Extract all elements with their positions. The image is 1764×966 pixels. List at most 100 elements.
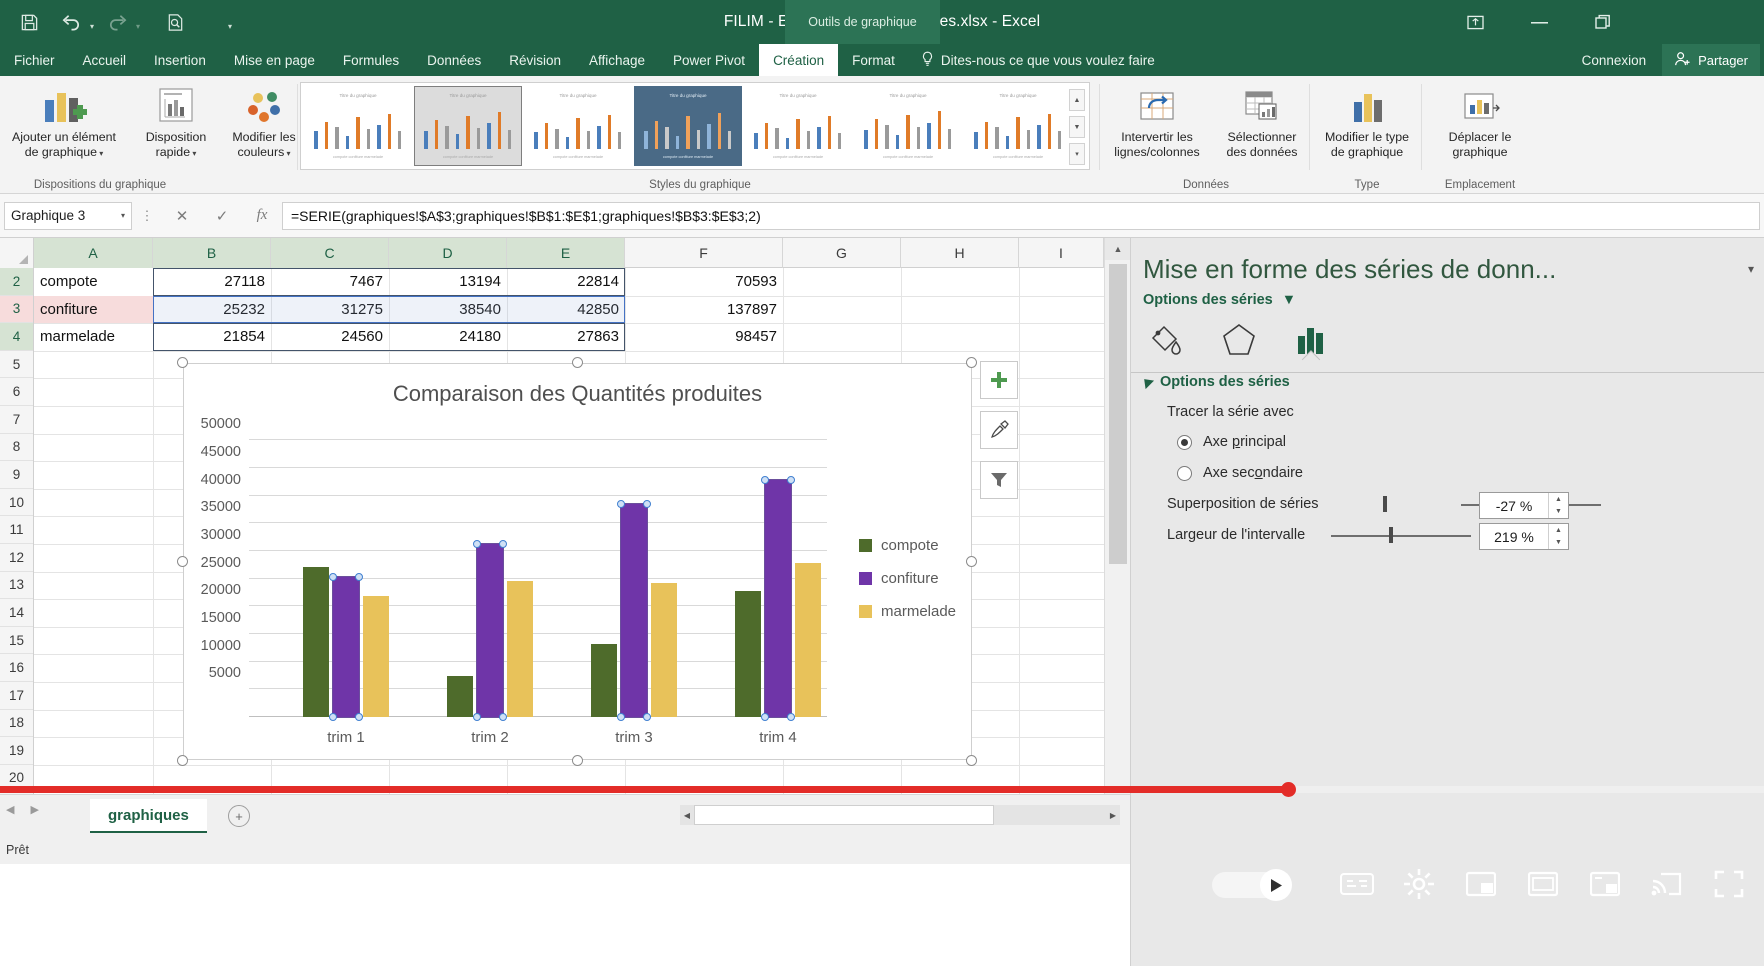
- column-header-I[interactable]: I: [1019, 238, 1104, 268]
- column-header-G[interactable]: G: [783, 238, 901, 268]
- legend-item-compote[interactable]: compote: [859, 537, 956, 554]
- switch-row-column-button[interactable]: Intervertir les lignes/colonnes: [1102, 84, 1212, 168]
- theater-button[interactable]: [1512, 853, 1574, 915]
- ribbon-options-icon[interactable]: [1464, 11, 1486, 33]
- chart-resize-handle-bl[interactable]: [177, 755, 188, 766]
- series-options-icon[interactable]: [1289, 320, 1333, 356]
- gap-width-thumb[interactable]: [1389, 527, 1393, 543]
- row-header-19[interactable]: 19: [0, 737, 33, 765]
- chevron-down-icon[interactable]: ▼: [1282, 292, 1296, 308]
- chart-resize-handle-tr[interactable]: [966, 357, 977, 368]
- name-box[interactable]: Graphique 3 ▾: [4, 201, 132, 230]
- select-data-button[interactable]: Sélectionner des données: [1214, 84, 1310, 168]
- sheet-tab-graphiques[interactable]: graphiques: [90, 799, 207, 833]
- radio-button-primary-axis[interactable]: [1177, 434, 1192, 450]
- row-header-17[interactable]: 17: [0, 682, 33, 710]
- series-handle[interactable]: [473, 539, 481, 548]
- row-header-13[interactable]: 13: [0, 572, 33, 600]
- pip-button[interactable]: [1574, 853, 1636, 915]
- row-header-3[interactable]: 3: [0, 295, 33, 324]
- bar-marmelade-trim4[interactable]: [795, 562, 821, 717]
- series-handle[interactable]: [617, 499, 625, 508]
- chevron-down-icon[interactable]: ▾: [190, 149, 196, 158]
- fill-line-icon[interactable]: [1145, 320, 1189, 356]
- signin-link[interactable]: Connexion: [1582, 53, 1647, 68]
- cell-F4[interactable]: 98457: [625, 323, 783, 351]
- row-header-5[interactable]: 5: [0, 351, 33, 379]
- spinner-up-icon[interactable]: ▲: [1549, 493, 1568, 506]
- bar-compote-trim2[interactable]: [447, 675, 473, 717]
- chevron-down-icon[interactable]: ▾: [121, 211, 125, 220]
- series-handle[interactable]: [473, 713, 481, 721]
- tab-donnees[interactable]: Données: [413, 44, 495, 76]
- tab-formules[interactable]: Formules: [329, 44, 413, 76]
- video-progress-knob[interactable]: [1281, 782, 1296, 797]
- chart-style-item-selected[interactable]: Titre du graphique compote confiture mar…: [414, 86, 522, 166]
- restore-icon[interactable]: [1592, 11, 1614, 33]
- bar-compote-trim3[interactable]: [591, 643, 617, 717]
- radio-axe-principal[interactable]: Axe principal: [1177, 434, 1286, 450]
- chart-resize-handle-br[interactable]: [966, 755, 977, 766]
- select-all-corner[interactable]: [0, 238, 34, 268]
- radio-axe-secondaire[interactable]: Axe secondaire: [1177, 465, 1303, 481]
- change-colors-button[interactable]: Modifier les couleurs ▾: [222, 84, 306, 168]
- vertical-scroll-thumb[interactable]: [1109, 264, 1127, 564]
- settings-button[interactable]: [1388, 853, 1450, 915]
- row-header-4[interactable]: 4: [0, 323, 33, 351]
- tab-creation[interactable]: Création: [759, 44, 839, 76]
- share-button[interactable]: Partager: [1662, 44, 1760, 76]
- bar-confiture-trim1[interactable]: [332, 576, 360, 718]
- sheet-nav-next-icon[interactable]: ▶: [30, 803, 38, 816]
- series-handle[interactable]: [643, 713, 651, 721]
- tab-power-pivot[interactable]: Power Pivot: [659, 44, 759, 76]
- autoplay-toggle[interactable]: [1212, 866, 1312, 902]
- chart-styles-button[interactable]: [980, 411, 1018, 449]
- legend-item-confiture[interactable]: confiture: [859, 570, 956, 587]
- pane-dropdown-icon[interactable]: ▾: [1748, 262, 1754, 276]
- series-handle[interactable]: [355, 573, 363, 582]
- fullscreen-button[interactable]: [1698, 853, 1760, 915]
- bar-compote-trim1[interactable]: [303, 566, 329, 717]
- horizontal-scroll-thumb[interactable]: [694, 805, 994, 825]
- column-header-B[interactable]: B: [153, 238, 271, 268]
- column-header-E[interactable]: E: [507, 238, 625, 268]
- series-handle[interactable]: [643, 499, 651, 508]
- fx-icon[interactable]: fx: [242, 202, 282, 230]
- chart-style-item[interactable]: Titre du graphique compote confiture mar…: [964, 86, 1072, 166]
- column-header-A[interactable]: A: [34, 238, 153, 268]
- bar-confiture-trim2[interactable]: [476, 542, 504, 719]
- chart-style-item[interactable]: Titre du graphique compote confiture mar…: [854, 86, 962, 166]
- gallery-scroll-down[interactable]: ▼: [1069, 116, 1085, 138]
- chart-resize-handle-mr[interactable]: [966, 556, 977, 567]
- chart-resize-handle-bc[interactable]: [572, 755, 583, 766]
- tell-me-box[interactable]: Dites-nous ce que vous voulez faire: [909, 44, 1167, 76]
- tab-affichage[interactable]: Affichage: [575, 44, 659, 76]
- chart-style-item[interactable]: Titre du graphique compote confiture mar…: [634, 86, 742, 166]
- quick-layout-button[interactable]: Disposition rapide ▾: [130, 84, 222, 168]
- gallery-more[interactable]: ▾: [1069, 143, 1085, 165]
- chart-resize-handle-ml[interactable]: [177, 556, 188, 567]
- sheet-nav-prev-icon[interactable]: ◀: [6, 803, 14, 816]
- row-header-9[interactable]: 9: [0, 461, 33, 489]
- chart-plot-area[interactable]: 5000 10000 15000 20000 25000 30000 35000…: [201, 416, 827, 746]
- series-handle[interactable]: [499, 713, 507, 721]
- tab-insertion[interactable]: Insertion: [140, 44, 220, 76]
- row-header-6[interactable]: 6: [0, 378, 33, 406]
- row-header-14[interactable]: 14: [0, 599, 33, 627]
- change-chart-type-button[interactable]: Modifier le type de graphique: [1315, 84, 1419, 168]
- column-header-D[interactable]: D: [389, 238, 507, 268]
- chart-elements-button[interactable]: [980, 361, 1018, 399]
- chevron-down-icon[interactable]: ▾: [97, 149, 103, 158]
- scroll-up-arrow[interactable]: ▲: [1105, 238, 1131, 260]
- row-header-8[interactable]: 8: [0, 434, 33, 462]
- row-header-12[interactable]: 12: [0, 544, 33, 572]
- series-handle[interactable]: [617, 713, 625, 721]
- formula-input[interactable]: =SERIE(graphiques!$A$3;graphiques!$B$1:$…: [282, 201, 1760, 230]
- volume-slider[interactable]: [220, 872, 302, 896]
- chart-styles-gallery[interactable]: Titre du graphique compote confiture mar…: [300, 82, 1090, 170]
- bar-marmelade-trim1[interactable]: [363, 595, 389, 717]
- column-header-C[interactable]: C: [271, 238, 389, 268]
- tab-mise-en-page[interactable]: Mise en page: [220, 44, 329, 76]
- series-handle[interactable]: [761, 713, 769, 721]
- chart-style-item[interactable]: Titre du graphique compote confiture mar…: [524, 86, 632, 166]
